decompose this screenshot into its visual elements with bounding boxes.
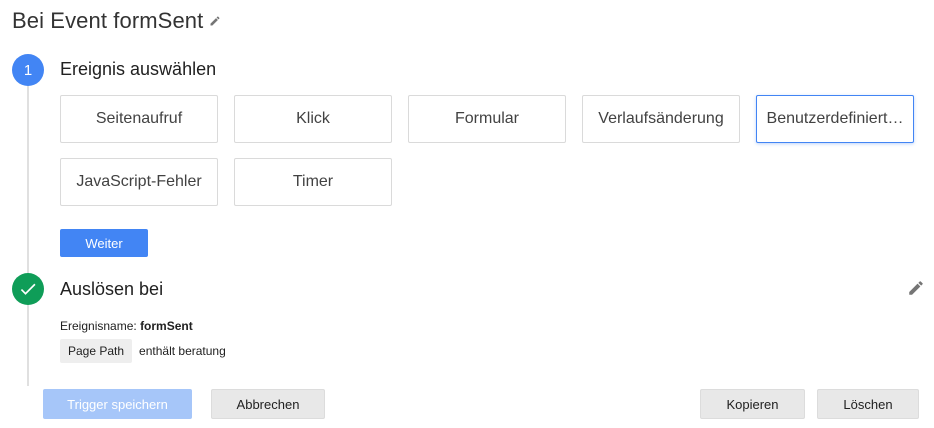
trigger-editor: Bei Event formSent 1 Ereignis auswählen … (0, 0, 934, 428)
check-icon (12, 273, 44, 305)
pencil-icon[interactable] (209, 15, 221, 27)
event-type-label: Seitenaufruf (95, 110, 183, 127)
step-number-badge: 1 (12, 54, 44, 86)
event-type-label: Timer (292, 173, 334, 190)
event-name-value: formSent (140, 319, 193, 333)
condition-row: Page Path enthält beratung (60, 339, 226, 363)
event-type-timer[interactable]: Timer (234, 158, 392, 206)
event-type-formular[interactable]: Formular (408, 95, 566, 143)
condition-text: enthält beratung (139, 344, 226, 358)
event-type-javascript-fehler[interactable]: JavaScript-Fehler (60, 158, 218, 206)
cancel-button[interactable]: Abbrechen (211, 389, 325, 419)
event-type-seitenaufruf[interactable]: Seitenaufruf (60, 95, 218, 143)
event-type-label: Verlaufsänderung (598, 110, 724, 127)
event-type-label: Klick (296, 110, 330, 127)
next-button[interactable]: Weiter (60, 229, 148, 257)
variable-chip: Page Path (60, 339, 133, 363)
pencil-icon[interactable] (907, 279, 925, 302)
delete-button[interactable]: Löschen (817, 389, 919, 419)
page-title: Bei Event formSent (12, 8, 204, 33)
step2-heading: Auslösen bei (60, 279, 164, 299)
event-name-row: Ereignisname: formSent (60, 319, 193, 333)
step1-heading: Ereignis auswählen (60, 59, 217, 79)
event-type-label: Benutzerdefiniert… (766, 110, 904, 127)
title-row: Bei Event formSent (12, 6, 221, 36)
event-type-klick[interactable]: Klick (234, 95, 392, 143)
copy-button[interactable]: Kopieren (700, 389, 805, 419)
event-type-label: Formular (454, 110, 519, 127)
step-number: 1 (23, 61, 33, 79)
event-type-benutzerdefiniert[interactable]: Benutzerdefiniert… (756, 95, 914, 143)
event-type-verlaufsaenderung[interactable]: Verlaufsänderung (582, 95, 740, 143)
event-name-label: Ereignisname: (60, 319, 137, 333)
save-trigger-button[interactable]: Trigger speichern (43, 389, 192, 419)
timeline-line (27, 84, 29, 386)
event-type-label: JavaScript-Fehler (76, 173, 202, 190)
